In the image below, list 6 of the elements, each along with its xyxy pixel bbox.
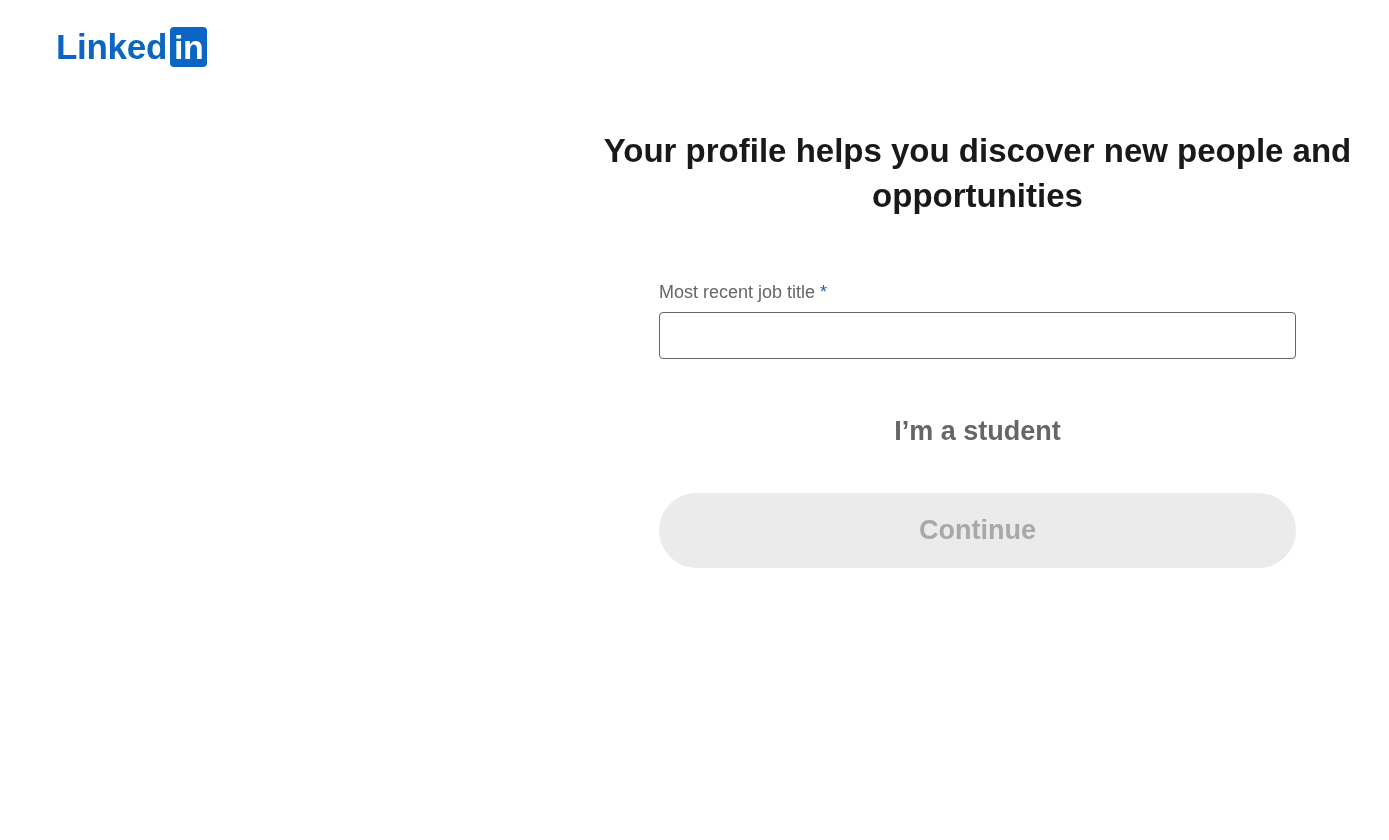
job-title-input[interactable]	[659, 312, 1296, 359]
field-label: Most recent job title *	[659, 281, 829, 304]
student-link[interactable]: I’m a student	[886, 411, 1069, 451]
logo-badge: in	[170, 27, 208, 67]
logo-wordmark: Linked	[56, 27, 167, 67]
page-heading: Your profile helps you discover new people and opportunities	[602, 131, 1353, 216]
